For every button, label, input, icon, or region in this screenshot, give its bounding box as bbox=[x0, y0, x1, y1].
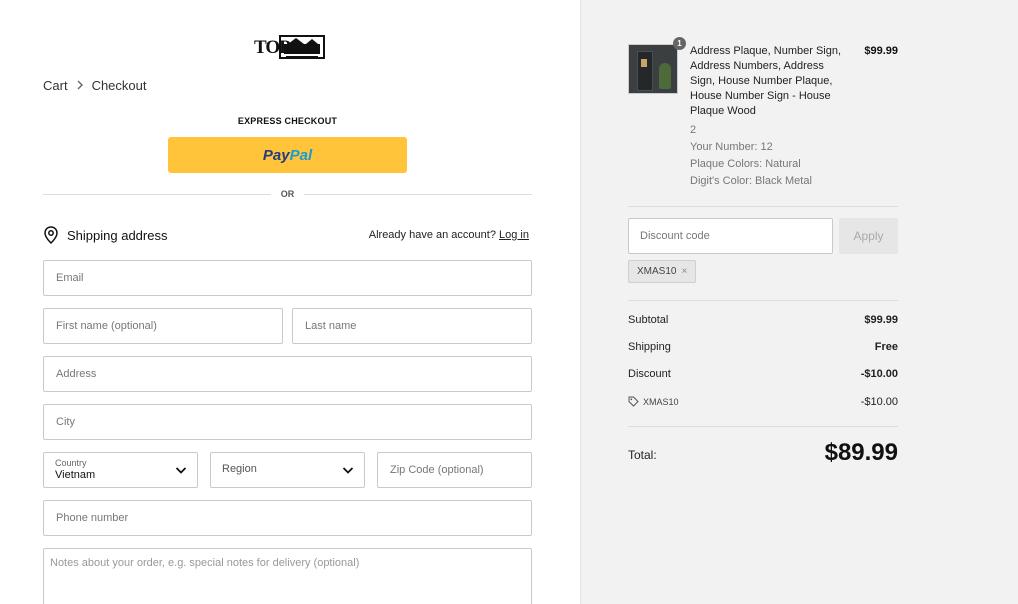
product-option-plaque-color: Plaque Colors: Natural bbox=[690, 158, 801, 170]
quantity-badge: 1 bbox=[673, 37, 686, 50]
divider-line bbox=[304, 194, 532, 195]
shipping-address-title: Shipping address bbox=[67, 227, 168, 243]
discount-label: Discount bbox=[628, 368, 671, 380]
breadcrumb-checkout: Checkout bbox=[91, 78, 147, 93]
product-options: 2 Your Number: 12 Plaque Colors: Natural… bbox=[690, 122, 812, 190]
or-divider: OR bbox=[43, 187, 532, 201]
paypal-button[interactable]: Pay Pal bbox=[168, 137, 407, 173]
store-logo[interactable]: TOP bbox=[252, 32, 326, 62]
subtotal-label: Subtotal bbox=[628, 314, 669, 326]
account-prompt: Already have an account? Log in bbox=[369, 229, 529, 241]
checkout-form-panel: TOP Cart Checkout EXPRESS CHECKOUT Pay Pa… bbox=[0, 0, 580, 604]
discount-code-tag: XMAS10 bbox=[628, 396, 679, 407]
email-field[interactable] bbox=[43, 260, 532, 296]
region-select[interactable]: Region bbox=[210, 452, 365, 488]
breadcrumb: Cart Checkout bbox=[43, 78, 146, 93]
logo-text: TOP bbox=[254, 37, 291, 58]
order-notes-field[interactable] bbox=[43, 548, 532, 604]
chevron-right-icon bbox=[76, 78, 84, 93]
thumbnail-door bbox=[637, 51, 653, 91]
total-value: $89.99 bbox=[824, 439, 898, 466]
last-name-field[interactable] bbox=[292, 308, 532, 344]
shipping-value: Free bbox=[874, 341, 898, 353]
tag-icon bbox=[628, 396, 639, 407]
account-prompt-text: Already have an account? bbox=[368, 229, 496, 241]
email-input[interactable] bbox=[44, 261, 531, 295]
address-input[interactable] bbox=[44, 357, 531, 391]
discount-value: -$10.00 bbox=[860, 368, 898, 380]
paypal-logo-pay: Pay bbox=[262, 146, 290, 164]
country-label: Country bbox=[55, 458, 87, 468]
city-field[interactable] bbox=[43, 404, 532, 440]
order-notes-textarea[interactable] bbox=[44, 549, 531, 604]
city-input[interactable] bbox=[44, 405, 531, 439]
phone-input[interactable] bbox=[44, 501, 531, 535]
thumbnail-plant bbox=[659, 63, 671, 89]
address-field[interactable] bbox=[43, 356, 532, 392]
discount-code-input[interactable] bbox=[629, 219, 832, 253]
login-link[interactable]: Log in bbox=[499, 229, 529, 241]
location-pin-icon bbox=[44, 226, 58, 244]
product-price: $99.99 bbox=[864, 45, 898, 57]
chevron-down-icon bbox=[342, 467, 354, 474]
zip-code-input[interactable] bbox=[378, 453, 531, 487]
applied-discount-chip: XMAS10 × bbox=[628, 260, 697, 283]
phone-field[interactable] bbox=[43, 500, 532, 536]
zip-code-field[interactable] bbox=[377, 452, 532, 488]
country-value: Vietnam bbox=[55, 469, 96, 481]
discount-code-field[interactable] bbox=[628, 218, 833, 254]
product-name: Address Plaque, Number Sign, Address Num… bbox=[690, 45, 842, 117]
first-name-input[interactable] bbox=[44, 309, 282, 343]
product-thumbnail bbox=[628, 44, 678, 94]
paypal-logo-pal: Pal bbox=[289, 146, 313, 164]
apply-discount-button[interactable]: Apply bbox=[839, 218, 898, 254]
shipping-address-heading: Shipping address bbox=[43, 226, 167, 244]
summary-divider bbox=[628, 426, 898, 427]
remove-discount-icon[interactable]: × bbox=[681, 266, 687, 277]
thumbnail-plaque bbox=[641, 59, 647, 67]
express-checkout-title: EXPRESS CHECKOUT bbox=[237, 116, 338, 126]
breadcrumb-cart-link[interactable]: Cart bbox=[43, 78, 68, 93]
chevron-down-icon bbox=[175, 467, 187, 474]
discount-code-label: XMAS10 bbox=[643, 396, 679, 407]
discount-code-value: -$10.00 bbox=[860, 396, 898, 408]
shipping-label: Shipping bbox=[628, 341, 671, 353]
product-variant-qty: 2 bbox=[690, 124, 697, 136]
region-placeholder: Region bbox=[222, 463, 257, 475]
country-select[interactable]: Country Vietnam bbox=[43, 452, 198, 488]
summary-divider bbox=[628, 206, 898, 207]
subtotal-value: $99.99 bbox=[864, 314, 898, 326]
summary-divider bbox=[628, 300, 898, 301]
last-name-input[interactable] bbox=[293, 309, 531, 343]
applied-discount-code: XMAS10 bbox=[637, 266, 677, 277]
product-option-number: Your Number: 12 bbox=[690, 141, 773, 153]
first-name-field[interactable] bbox=[43, 308, 283, 344]
product-option-digit-color: Digit's Color: Black Metal bbox=[690, 175, 812, 187]
total-label: Total: bbox=[628, 448, 657, 462]
